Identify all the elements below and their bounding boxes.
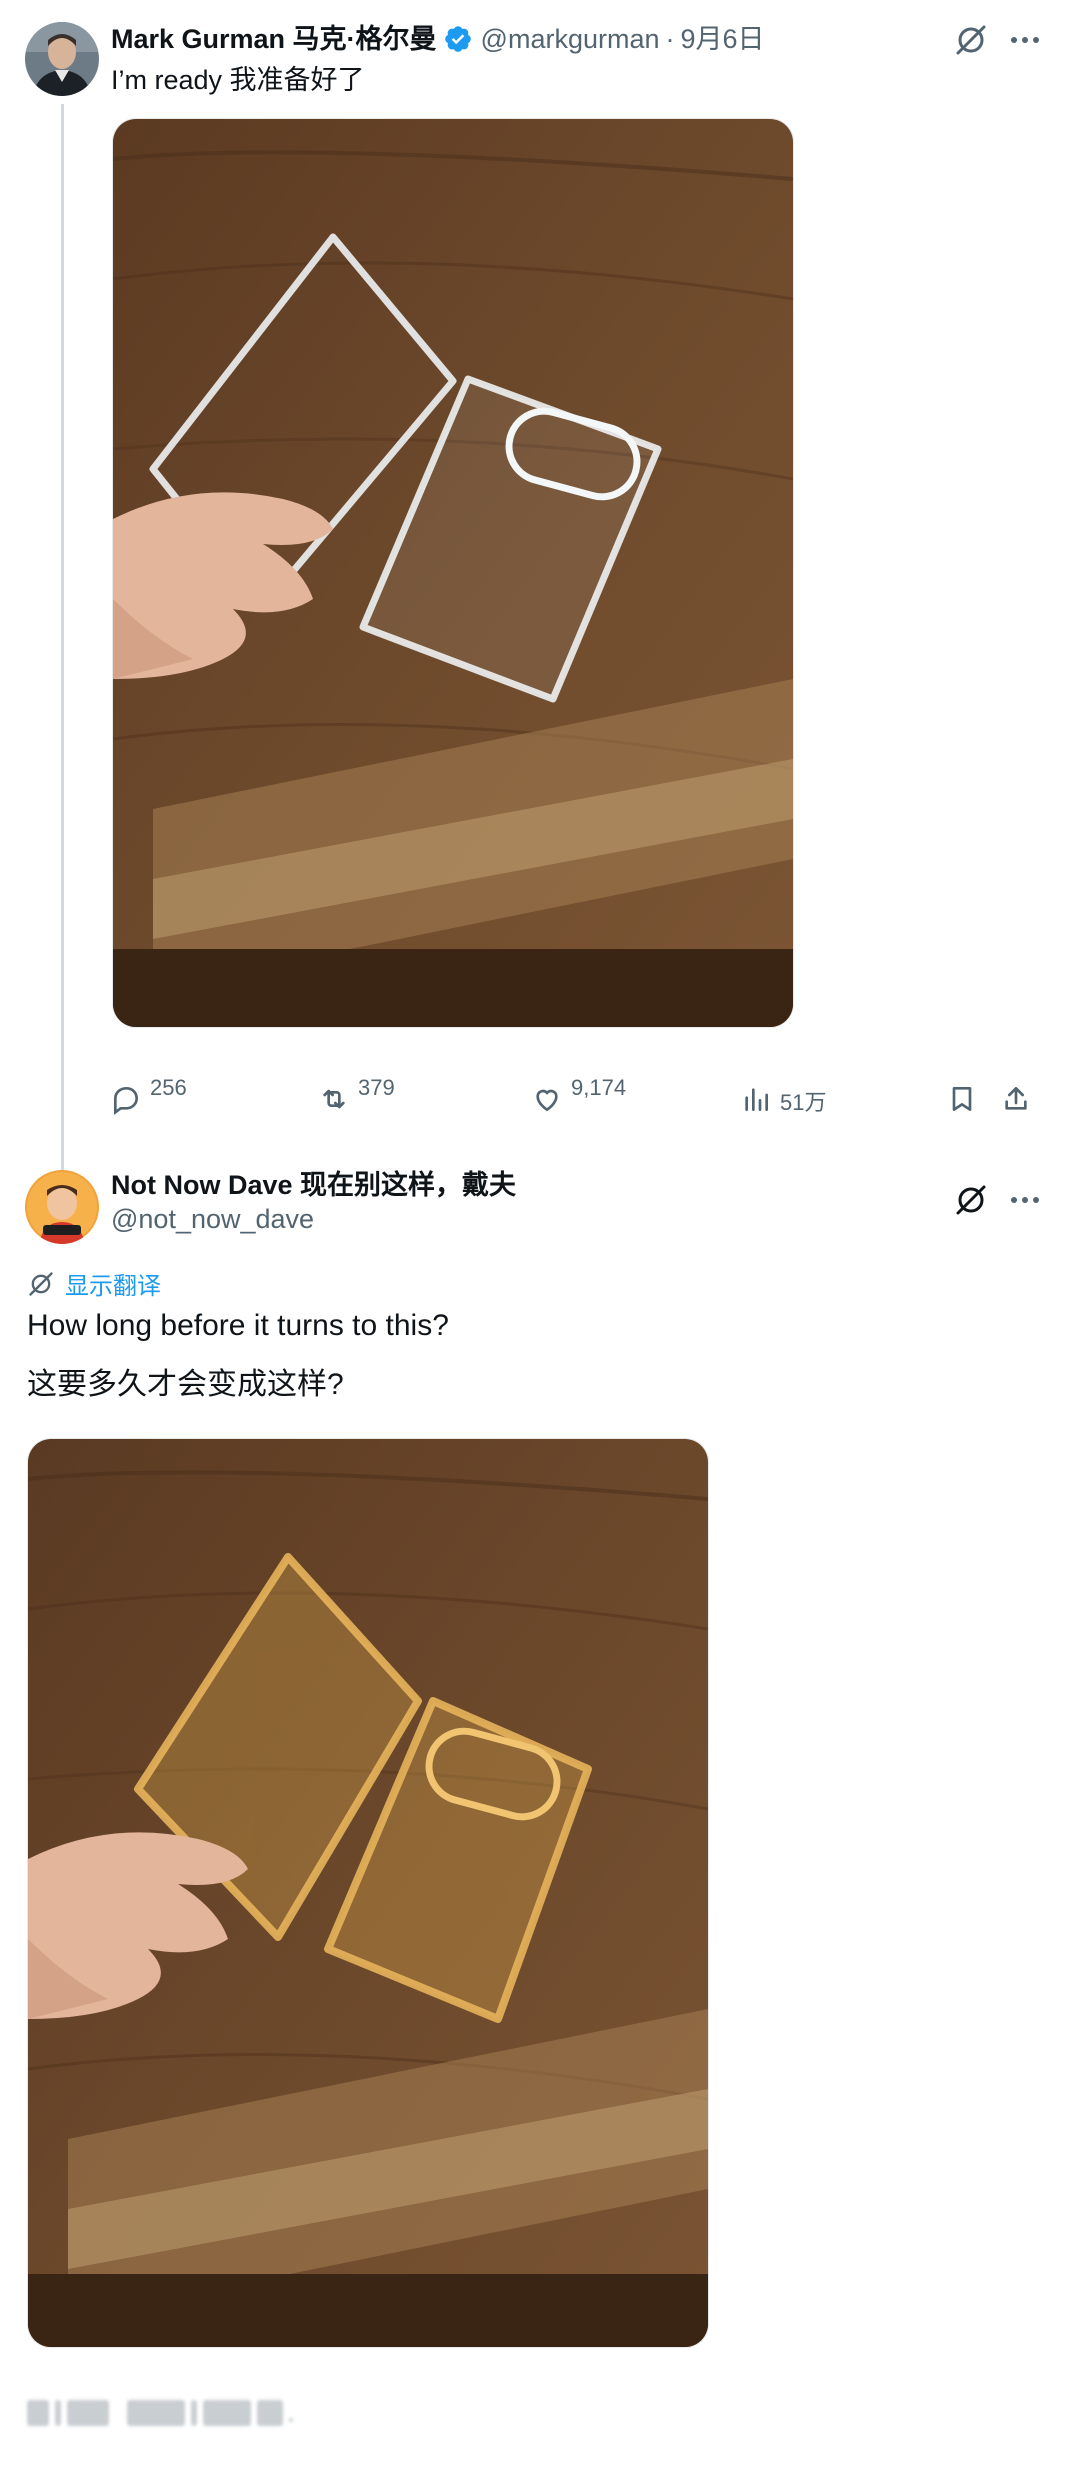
view-count: 51万 <box>780 1090 827 1115</box>
tweet-action-bar: 256 379 9,174 51万 <box>110 1075 1050 1135</box>
views-button[interactable]: 51万 <box>740 1075 826 1117</box>
avatar[interactable] <box>25 1170 99 1244</box>
share-button[interactable] <box>1000 1075 1032 1115</box>
reply-count: 256 <box>150 1075 187 1100</box>
more-options-icon[interactable] <box>1007 1182 1043 1218</box>
author-name[interactable]: Mark Gurman 马克·格尔曼 <box>111 22 437 56</box>
separator-dot: · <box>665 24 675 54</box>
tweet-text-chinese: 这要多久才会变成这样? <box>27 1368 344 1401</box>
bookmark-icon <box>952 1087 972 1111</box>
handle-line: @not_now_dave <box>111 1202 314 1236</box>
tweet-text: I’m ready 我准备好了 <box>111 65 365 95</box>
grok-icon[interactable] <box>953 1182 989 1218</box>
avatar[interactable] <box>25 22 99 96</box>
tweet-text-english: How long before it turns to this? <box>27 1309 449 1342</box>
blurred-footer-text <box>27 2398 293 2428</box>
grok-icon[interactable] <box>953 22 989 58</box>
tweet-mark-gurman[interactable]: Mark Gurman 马克·格尔曼 @markgurman · 9月6日 I’… <box>0 0 1080 1160</box>
retweet-button[interactable]: 379 <box>318 1075 395 1115</box>
tweet-photo-clear-case[interactable] <box>112 118 794 1028</box>
views-chart-icon <box>745 1088 768 1111</box>
tweet-not-now-dave[interactable]: Not Now Dave 现在别这样，戴夫 @not_now_dave 显示翻译… <box>0 1160 1080 2473</box>
author-handle[interactable]: @markgurman <box>481 22 660 56</box>
author-name[interactable]: Not Now Dave 现在别这样，戴夫 <box>111 1168 516 1202</box>
retweet-icon <box>323 1089 345 1109</box>
verified-badge-icon <box>443 24 473 54</box>
reply-icon <box>114 1087 139 1115</box>
tweet-photo-yellowed-case[interactable] <box>27 1438 709 2348</box>
show-translation-label: 显示翻译 <box>65 1273 161 1300</box>
tweet-date[interactable]: 9月6日 <box>681 22 765 56</box>
author-handle[interactable]: @not_now_dave <box>111 1202 314 1236</box>
tweet-header: Not Now Dave 现在别这样，戴夫 <box>111 1168 516 1202</box>
translate-icon <box>29 1271 53 1296</box>
bookmark-button[interactable] <box>946 1075 978 1115</box>
tweet-header: Mark Gurman 马克·格尔曼 @markgurman · 9月6日 <box>111 22 765 56</box>
reply-button[interactable]: 256 <box>110 1075 187 1115</box>
heart-icon <box>536 1089 558 1112</box>
retweet-count: 379 <box>358 1075 395 1100</box>
share-icon <box>1005 1087 1027 1110</box>
like-count: 9,174 <box>571 1075 627 1100</box>
like-button[interactable]: 9,174 <box>531 1075 626 1115</box>
more-options-icon[interactable] <box>1007 22 1043 58</box>
show-translation-link[interactable]: 显示翻译 <box>27 1266 161 1301</box>
